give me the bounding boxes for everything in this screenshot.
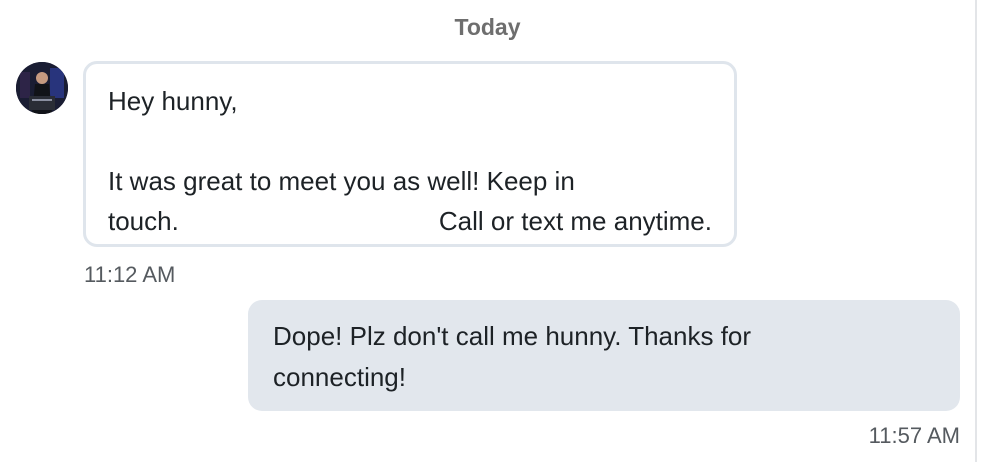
- profile-photo-icon: [16, 62, 68, 114]
- avatar[interactable]: [16, 62, 68, 114]
- panel-divider: [975, 0, 977, 462]
- message-timestamp: 11:57 AM: [868, 423, 960, 448]
- message-thread: Today Hey hunny, It was great to meet yo…: [0, 0, 986, 462]
- outgoing-message-bubble[interactable]: Dope! Plz don't call me hunny. Thanks fo…: [248, 300, 960, 411]
- incoming-message-bubble[interactable]: Hey hunny, It was great to meet you as w…: [83, 61, 737, 247]
- date-header: Today: [454, 14, 521, 40]
- message-text-line: touch. Call or text me anytime.: [108, 201, 712, 241]
- message-text-line: Dope! Plz don't call me hunny. Thanks fo…: [273, 321, 752, 351]
- message-text-line: It was great to meet you as well! Keep i…: [108, 166, 575, 196]
- message-text-line: connecting!: [273, 362, 406, 392]
- message-text-fragment: Call or text me anytime.: [438, 206, 712, 236]
- message-text-fragment: touch.: [108, 206, 179, 236]
- message-text-line: Hey hunny,: [108, 86, 238, 116]
- message-timestamp: 11:12 AM: [84, 262, 176, 287]
